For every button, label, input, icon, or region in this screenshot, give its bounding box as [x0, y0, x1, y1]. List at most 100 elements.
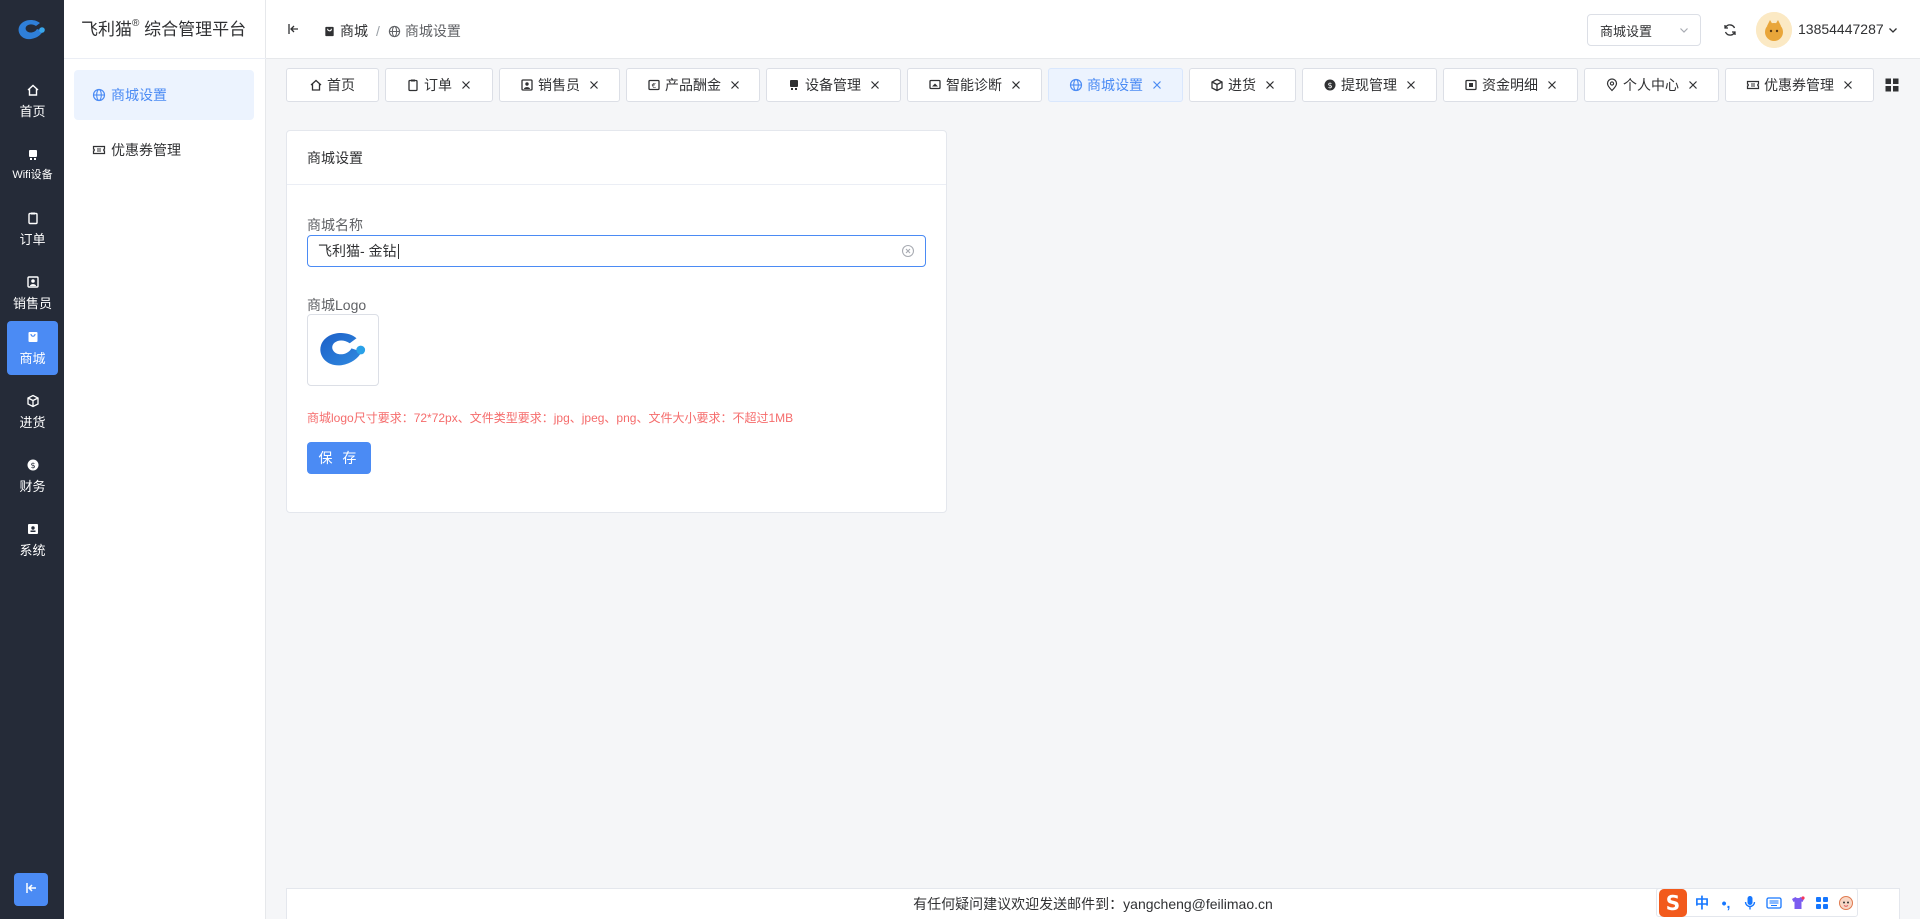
secondary-sidebar: 飞利猫® 综合管理平台 商城设置 优惠券管理: [64, 0, 266, 919]
location-user-icon: [1605, 78, 1619, 92]
rail-item-orders[interactable]: 订单: [7, 202, 58, 256]
shop-name-value: 飞利猫- 金钻: [318, 243, 397, 259]
tab-purchase[interactable]: 进货: [1189, 68, 1296, 102]
tab-label: 优惠券管理: [1764, 77, 1834, 93]
ime-toolbar: S 中 •,: [1656, 888, 1858, 917]
page-select[interactable]: 商城设置: [1587, 14, 1701, 46]
globe-icon: [388, 25, 401, 38]
rail-item-purchase[interactable]: 进货: [7, 385, 58, 439]
tab-smart-diagnosis[interactable]: 智能诊断: [907, 68, 1042, 102]
close-icon[interactable]: [589, 80, 599, 90]
close-icon[interactable]: [1011, 80, 1021, 90]
rail-item-shop[interactable]: 商城: [7, 321, 58, 375]
close-icon[interactable]: [1843, 80, 1853, 90]
mascot-icon[interactable]: [1837, 894, 1855, 912]
currency-icon: €: [647, 78, 661, 92]
collapse-sidebar-icon[interactable]: [286, 22, 300, 36]
breadcrumb: 商城 / 商城设置: [323, 21, 461, 41]
close-icon[interactable]: [870, 80, 880, 90]
close-icon[interactable]: [730, 80, 740, 90]
ime-mode-toggle[interactable]: 中: [1693, 894, 1711, 912]
close-icon[interactable]: [461, 80, 471, 90]
top-header: 商城 / 商城设置 商城设置 13854447287: [266, 0, 1920, 59]
app-title: 飞利猫® 综合管理平台: [81, 15, 246, 40]
tab-label: 个人中心: [1623, 77, 1679, 93]
tab-label: 资金明细: [1482, 77, 1538, 93]
tab-withdrawal-management[interactable]: $ 提现管理: [1302, 68, 1437, 102]
tab-label: 智能诊断: [946, 77, 1002, 93]
page-tabs: 首页 订单 销售员 € 产品酬金 设备管理 智能诊断 商城设置 进货 $ 提现管…: [286, 68, 1880, 103]
tab-coupon-management[interactable]: 优惠券管理: [1725, 68, 1874, 102]
close-icon[interactable]: [1547, 80, 1557, 90]
shop-logo-upload[interactable]: [307, 314, 379, 386]
subnav-label: 优惠券管理: [111, 142, 181, 158]
close-icon[interactable]: [1406, 80, 1416, 90]
collapse-left-icon: [24, 881, 38, 898]
microphone-icon[interactable]: [1741, 894, 1759, 912]
tab-sales[interactable]: 销售员: [499, 68, 620, 102]
avatar[interactable]: [1756, 12, 1792, 48]
skin-icon[interactable]: [1789, 894, 1807, 912]
tab-shop-settings[interactable]: 商城设置: [1048, 68, 1183, 102]
close-icon[interactable]: [1688, 80, 1698, 90]
user-menu[interactable]: 13854447287: [1798, 21, 1899, 37]
close-icon[interactable]: [1152, 80, 1162, 90]
card-title: 商城设置: [287, 131, 946, 185]
shop-name-input[interactable]: 飞利猫- 金钻: [307, 235, 926, 267]
clear-icon[interactable]: [901, 244, 915, 258]
tab-product-commission[interactable]: € 产品酬金: [626, 68, 760, 102]
ledger-icon: [1464, 78, 1478, 92]
refresh-icon[interactable]: [1722, 22, 1738, 38]
ticket-icon: [92, 143, 106, 157]
tab-orders[interactable]: 订单: [385, 68, 493, 102]
subnav-item-shop-settings[interactable]: 商城设置: [74, 70, 254, 120]
tab-device-management[interactable]: 设备管理: [766, 68, 901, 102]
monitor-icon: [928, 78, 942, 92]
punctuation-toggle[interactable]: •,: [1717, 894, 1735, 912]
device-icon: [787, 78, 801, 92]
tab-label: 销售员: [538, 77, 580, 93]
chevron-down-icon: [1887, 23, 1899, 35]
logo-requirements-hint: 商城logo尺寸要求：72*72px、文件类型要求：jpg、jpeg、png、文…: [307, 411, 794, 425]
tab-fund-details[interactable]: 资金明细: [1443, 68, 1578, 102]
grid-menu-icon[interactable]: [1884, 77, 1900, 93]
person-card-icon: [520, 78, 534, 92]
save-button[interactable]: 保 存: [307, 442, 371, 474]
brand-name: 飞利猫: [81, 20, 132, 39]
tab-label: 设备管理: [805, 77, 861, 93]
close-icon[interactable]: [1265, 80, 1275, 90]
tab-home[interactable]: 首页: [286, 68, 379, 102]
shop-bag-icon: [26, 330, 40, 344]
divider: [64, 58, 266, 59]
person-card-icon: [26, 275, 40, 289]
chevron-down-icon: [1678, 24, 1690, 36]
ticket-icon: [1746, 78, 1760, 92]
rail-item-system[interactable]: 系统: [7, 513, 58, 567]
brand-suffix: 综合管理平台: [139, 20, 247, 39]
tab-label: 产品酬金: [665, 77, 721, 93]
username: 13854447287: [1798, 21, 1884, 37]
shop-bag-icon: [323, 25, 336, 38]
device-icon: [26, 148, 40, 162]
home-icon: [26, 83, 40, 97]
box-icon: [26, 394, 40, 408]
rail-item-wifi-devices[interactable]: Wifi设备: [7, 138, 58, 192]
tab-label: 首页: [327, 77, 355, 93]
rail-item-finance[interactable]: $ 财务: [7, 449, 58, 503]
subnav-item-coupons[interactable]: 优惠券管理: [74, 125, 254, 175]
collapse-rail-button[interactable]: [14, 873, 48, 906]
globe-icon: [92, 88, 106, 102]
sogou-logo-icon[interactable]: S: [1659, 888, 1687, 917]
keyboard-icon[interactable]: [1765, 894, 1783, 912]
globe-icon: [1069, 78, 1083, 92]
clipboard-icon: [406, 78, 420, 92]
rail-item-home[interactable]: 首页: [7, 74, 58, 128]
tab-personal-center[interactable]: 个人中心: [1584, 68, 1719, 102]
shop-name-label: 商城名称: [307, 217, 363, 233]
tab-label: 提现管理: [1341, 77, 1397, 93]
rail-item-sales[interactable]: 销售员: [7, 266, 58, 320]
breadcrumb-item-shop[interactable]: 商城: [340, 21, 368, 41]
money-icon: $: [1323, 78, 1337, 92]
toolbox-icon[interactable]: [1813, 894, 1831, 912]
app-logo[interactable]: [12, 13, 52, 47]
